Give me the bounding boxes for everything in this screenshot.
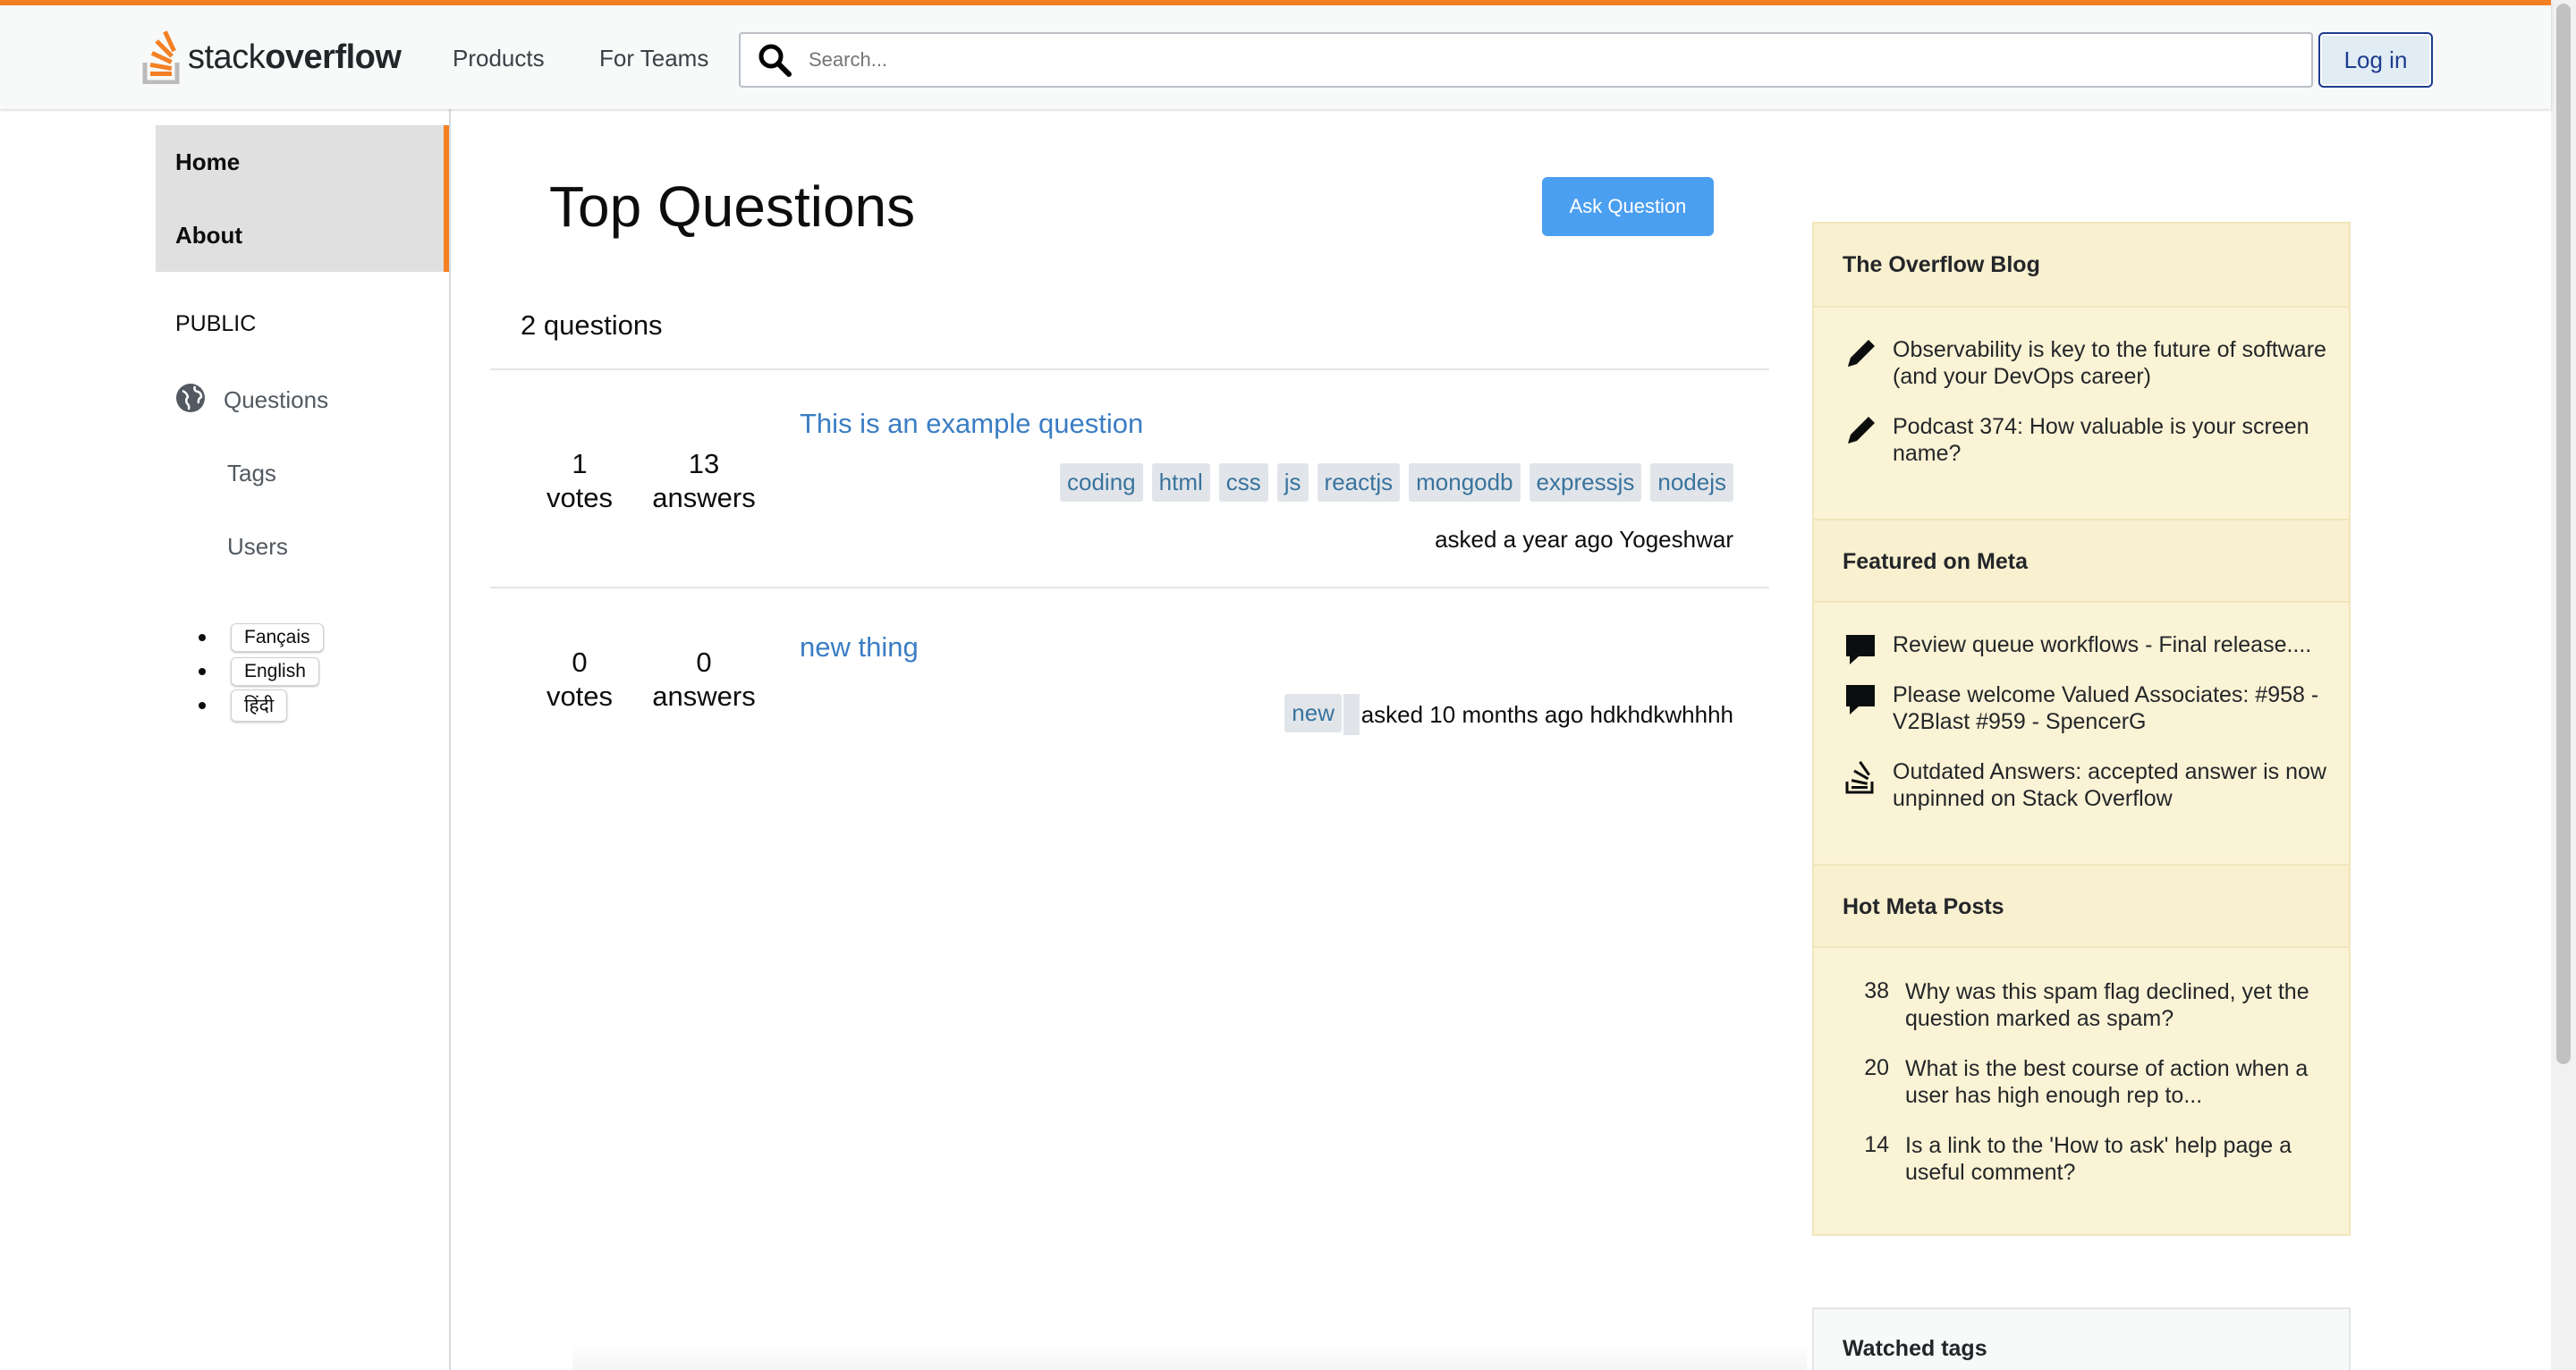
tag[interactable]: expressjs	[1529, 463, 1642, 502]
logo-text: stackoverflow	[188, 38, 402, 76]
hot-post-count: 20	[1864, 1055, 1889, 1080]
nav-for-teams[interactable]: For Teams	[599, 45, 708, 72]
language-item: Fançais	[199, 621, 324, 655]
watched-tags-widget: Watched tags	[1812, 1307, 2351, 1370]
hot-post-link[interactable]: What is the best course of action when a…	[1905, 1055, 2343, 1109]
tag-list: new	[1284, 694, 1342, 732]
search-box[interactable]	[739, 32, 2313, 88]
top-bar: stackoverflow Products For Teams Log in	[0, 0, 2551, 109]
vote-count: 1 votes	[546, 448, 614, 513]
tag[interactable]: html	[1151, 463, 1210, 502]
tag[interactable]: js	[1276, 463, 1309, 502]
sidebar-section-public: PUBLIC	[175, 311, 257, 336]
login-button[interactable]: Log in	[2318, 32, 2433, 88]
asked-info: asked a year ago Yogeshwar	[1435, 526, 1733, 553]
answer-count: 0 answers	[652, 647, 756, 712]
tag[interactable]: mongodb	[1409, 463, 1521, 502]
search-icon	[741, 42, 809, 78]
tag[interactable]: css	[1218, 463, 1268, 502]
stack-overflow-logo-icon	[142, 30, 180, 84]
divider	[490, 368, 1769, 370]
tag[interactable]: reactjs	[1317, 463, 1401, 502]
vote-count: 0 votes	[546, 647, 614, 712]
bottom-shadow	[572, 1341, 1807, 1370]
divider	[490, 587, 1769, 588]
language-item: English	[199, 655, 324, 689]
hot-post-link[interactable]: Why was this spam flag declined, yet the…	[1905, 978, 2343, 1032]
asked-info: asked 10 months ago hdkhdkwhhhh	[1360, 701, 1733, 728]
question-title-link[interactable]: new thing	[800, 631, 919, 664]
logo-link[interactable]: stackoverflow	[141, 29, 402, 86]
sidebar-item-tags[interactable]: Tags	[227, 460, 276, 487]
language-button-french[interactable]: Fançais	[231, 623, 324, 652]
search-input[interactable]	[809, 48, 2240, 72]
answer-count: 13 answers	[652, 448, 756, 513]
language-button-hindi[interactable]: हिंदी	[231, 689, 288, 722]
sidebar-item-about[interactable]: About	[175, 222, 242, 249]
comment-icon	[1846, 685, 1875, 715]
sidebar-item-users[interactable]: Users	[227, 533, 288, 561]
watched-tags-heading: Watched tags	[1843, 1336, 1987, 1361]
tag[interactable]: new	[1284, 694, 1342, 732]
widget-header-hot-meta: Hot Meta Posts	[1814, 864, 2349, 948]
language-button-english[interactable]: English	[231, 657, 319, 686]
tag[interactable]: coding	[1060, 463, 1143, 502]
tag[interactable]: nodejs	[1650, 463, 1733, 502]
ask-question-button[interactable]: Ask Question	[1542, 177, 1714, 236]
pencil-icon	[1848, 417, 1875, 444]
comment-icon	[1846, 635, 1875, 664]
meta-item-link[interactable]: Outdated Answers: accepted answer is now…	[1893, 758, 2331, 812]
sidebar-widget: The Overflow Blog Observability is key t…	[1812, 222, 2351, 1236]
question-title-link[interactable]: This is an example question	[800, 408, 1143, 440]
left-sidebar: Home About PUBLIC Questions Tags Users F…	[0, 109, 451, 1370]
hot-post-link[interactable]: Is a link to the 'How to ask' help page …	[1905, 1132, 2343, 1186]
widget-header-meta: Featured on Meta	[1814, 519, 2349, 603]
blog-item-link[interactable]: Observability is key to the future of so…	[1893, 336, 2331, 390]
page: stackoverflow Products For Teams Log in …	[0, 0, 2576, 1370]
hot-post-count: 14	[1864, 1132, 1889, 1157]
scrollbar-thumb[interactable]	[2556, 4, 2571, 1064]
question-count: 2 questions	[521, 309, 663, 341]
language-list: Fançais English हिंदी	[199, 621, 324, 723]
widget-header-blog: The Overflow Blog	[1814, 224, 2349, 308]
sidebar-active-block	[156, 125, 449, 272]
nav-products[interactable]: Products	[453, 45, 545, 72]
hot-post-count: 38	[1864, 978, 1889, 1003]
meta-item-link[interactable]: Please welcome Valued Associates: #958 -…	[1893, 681, 2331, 735]
pencil-icon	[1848, 340, 1875, 367]
meta-item-link[interactable]: Review queue workflows - Final release..…	[1893, 631, 2331, 658]
tag-list: coding html css js reactjs mongodb expre…	[1060, 463, 1733, 502]
sidebar-item-home[interactable]: Home	[175, 148, 240, 176]
language-item: हिंदी	[199, 689, 324, 723]
stack-icon	[1845, 761, 1874, 794]
page-title: Top Questions	[549, 174, 916, 239]
sidebar-item-questions[interactable]: Questions	[224, 386, 328, 414]
scrollbar[interactable]	[2551, 0, 2576, 1370]
globe-icon	[175, 383, 206, 418]
blog-item-link[interactable]: Podcast 374: How valuable is your screen…	[1893, 413, 2331, 467]
tag-spacer	[1343, 694, 1360, 735]
